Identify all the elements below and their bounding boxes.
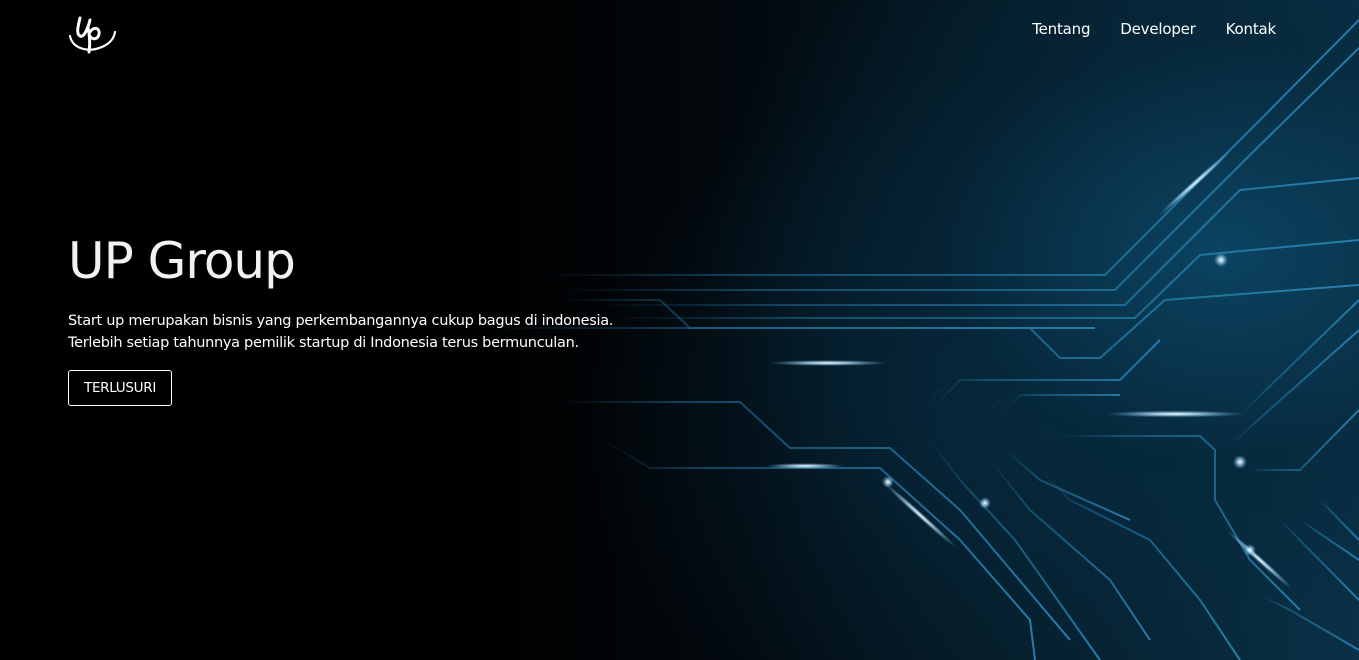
hero-title: UP Group bbox=[68, 232, 296, 290]
hero-section: Tentang Developer Kontak UP Group Start … bbox=[0, 0, 1359, 660]
hero-content: UP Group Start up merupakan bisnis yang … bbox=[68, 228, 613, 406]
main-nav: Tentang Developer Kontak bbox=[1032, 20, 1276, 38]
hero-description: Start up merupakan bisnis yang perkemban… bbox=[68, 310, 613, 354]
brand-logo[interactable] bbox=[66, 6, 118, 58]
hero-description-line: Terlebih setiap tahunnya pemilik startup… bbox=[68, 335, 579, 351]
nav-item-developer[interactable]: Developer bbox=[1120, 20, 1196, 38]
nav-item-tentang[interactable]: Tentang bbox=[1032, 20, 1090, 38]
nav-item-kontak[interactable]: Kontak bbox=[1226, 20, 1277, 38]
hero-description-line: Start up merupakan bisnis yang perkemban… bbox=[68, 313, 614, 329]
explore-button[interactable]: TERLUSURI bbox=[68, 370, 172, 406]
